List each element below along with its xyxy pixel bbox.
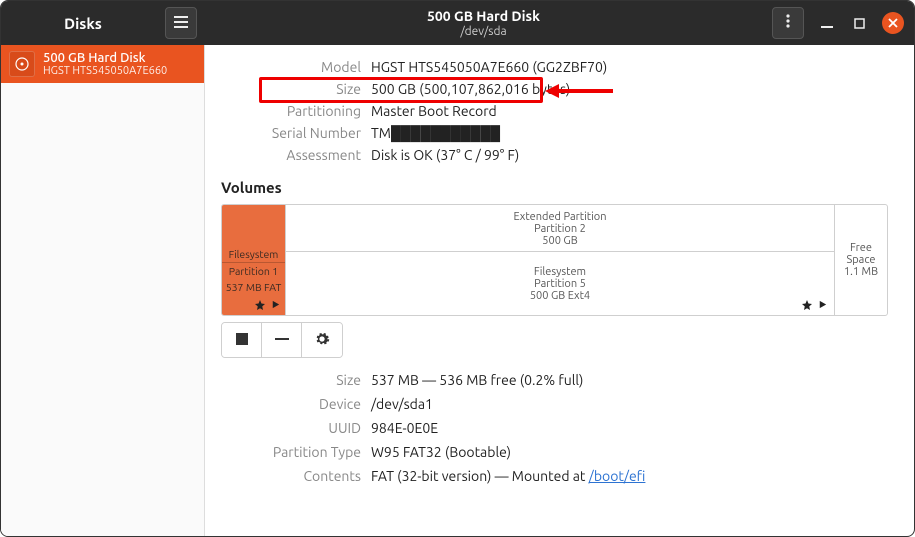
ext-top-line1: Extended Partition: [286, 211, 834, 223]
disk-info: Model HGST HTS545050A7E660 (GG2ZBF70) Si…: [221, 59, 888, 163]
app-title: Disks: [9, 15, 157, 32]
play-icon: [817, 299, 828, 311]
titlebar-center: 500 GB Hard Disk /dev/sda: [205, 6, 762, 39]
volumes-diagram: Filesystem Partition 1 537 MB FAT Extend…: [221, 204, 888, 316]
assessment-label: Assessment: [221, 147, 361, 163]
p1-line2: Partition 1: [222, 262, 285, 279]
partition-settings-button[interactable]: [302, 323, 342, 357]
app-window: Disks 500 GB Hard Disk /dev/sda: [0, 0, 915, 537]
partition-details: Size 537 MB — 536 MB free (0.2% full) De…: [221, 372, 888, 484]
volumes-heading: Volumes: [221, 179, 888, 196]
titlebar: Disks 500 GB Hard Disk /dev/sda: [1, 1, 914, 45]
minus-icon: [275, 332, 289, 349]
gear-icon: [314, 331, 330, 350]
play-icon: [270, 299, 281, 311]
serial-label: Serial Number: [221, 125, 361, 141]
kebab-icon: [786, 14, 790, 32]
p1-line3: 537 MB FAT: [222, 279, 285, 295]
free-line1: Free Space: [835, 242, 887, 266]
disk-title: 500 GB Hard Disk: [205, 8, 762, 25]
window-close-button[interactable]: [882, 12, 904, 34]
volume-partition-5[interactable]: Filesystem Partition 5 500 GB Ext4: [286, 252, 834, 315]
size-value: 500 GB (500,107,862,016 bytes): [371, 81, 888, 97]
partitioning-value: Master Boot Record: [371, 103, 888, 119]
free-line2: 1.1 MB: [835, 266, 887, 278]
ext-top-line2: Partition 2: [286, 223, 834, 235]
star-icon: [254, 299, 266, 311]
ext-bot-line2: Partition 5: [534, 278, 586, 290]
main-panel: Model HGST HTS545050A7E660 (GG2ZBF70) Si…: [205, 45, 914, 536]
p1-line1: Filesystem: [222, 246, 285, 262]
partitioning-label: Partitioning: [221, 103, 361, 119]
window-maximize-button[interactable]: [850, 14, 868, 32]
hard-disk-icon: [9, 51, 35, 77]
titlebar-left: Disks: [1, 7, 205, 39]
assessment-value: Disk is OK (37° C / 99° F): [371, 147, 888, 163]
model-label: Model: [221, 59, 361, 75]
star-icon: [801, 299, 813, 311]
disk-menu-button[interactable]: [772, 7, 804, 39]
ext-top-line3: 500 GB: [286, 235, 834, 247]
ext-bot-line3: 500 GB Ext4: [530, 290, 590, 302]
window-minimize-button[interactable]: [818, 14, 836, 32]
sidebar-disk-text: 500 GB Hard Disk HGST HTS545050A7E660: [43, 51, 167, 77]
volume-toolbar: [221, 322, 343, 358]
sidebar: 500 GB Hard Disk HGST HTS545050A7E660: [1, 45, 205, 536]
titlebar-right: [762, 7, 914, 39]
menu-button[interactable]: [165, 7, 197, 39]
serial-value: TM███████████: [371, 125, 888, 141]
ext-bot-line1: Filesystem: [534, 266, 586, 278]
sidebar-disk-item[interactable]: 500 GB Hard Disk HGST HTS545050A7E660: [1, 45, 204, 83]
ptype-value: W95 FAT32 (Bootable): [371, 444, 888, 460]
delete-partition-button[interactable]: [262, 323, 302, 357]
ptype-label: Partition Type: [221, 444, 361, 460]
body: 500 GB Hard Disk HGST HTS545050A7E660 Mo…: [1, 45, 914, 536]
pcontents-label: Contents: [221, 468, 361, 484]
puuid-value: 984E-0E0E: [371, 420, 888, 436]
sidebar-disk-model: HGST HTS545050A7E660: [43, 65, 167, 77]
mount-point-link[interactable]: /boot/efi: [589, 468, 646, 484]
unmount-button[interactable]: [222, 323, 262, 357]
pcontents-text: FAT (32-bit version) — Mounted at: [371, 468, 589, 484]
volume-extended-partition[interactable]: Extended Partition Partition 2 500 GB Fi…: [286, 205, 835, 315]
model-value: HGST HTS545050A7E660 (GG2ZBF70): [371, 59, 888, 75]
size-label: Size: [221, 81, 361, 97]
volume-free-space[interactable]: Free Space 1.1 MB: [835, 205, 887, 315]
stop-icon: [236, 333, 248, 348]
psize-value: 537 MB — 536 MB free (0.2% full): [371, 372, 888, 388]
volume-partition-1[interactable]: Filesystem Partition 1 537 MB FAT: [222, 205, 286, 315]
hamburger-icon: [174, 14, 188, 32]
psize-label: Size: [221, 372, 361, 388]
disk-device-path: /dev/sda: [205, 25, 762, 39]
pcontents-value: FAT (32-bit version) — Mounted at /boot/…: [371, 468, 888, 484]
pdevice-label: Device: [221, 396, 361, 412]
pdevice-value: /dev/sda1: [371, 396, 888, 412]
sidebar-disk-title: 500 GB Hard Disk: [43, 51, 167, 65]
puuid-label: UUID: [221, 420, 361, 436]
